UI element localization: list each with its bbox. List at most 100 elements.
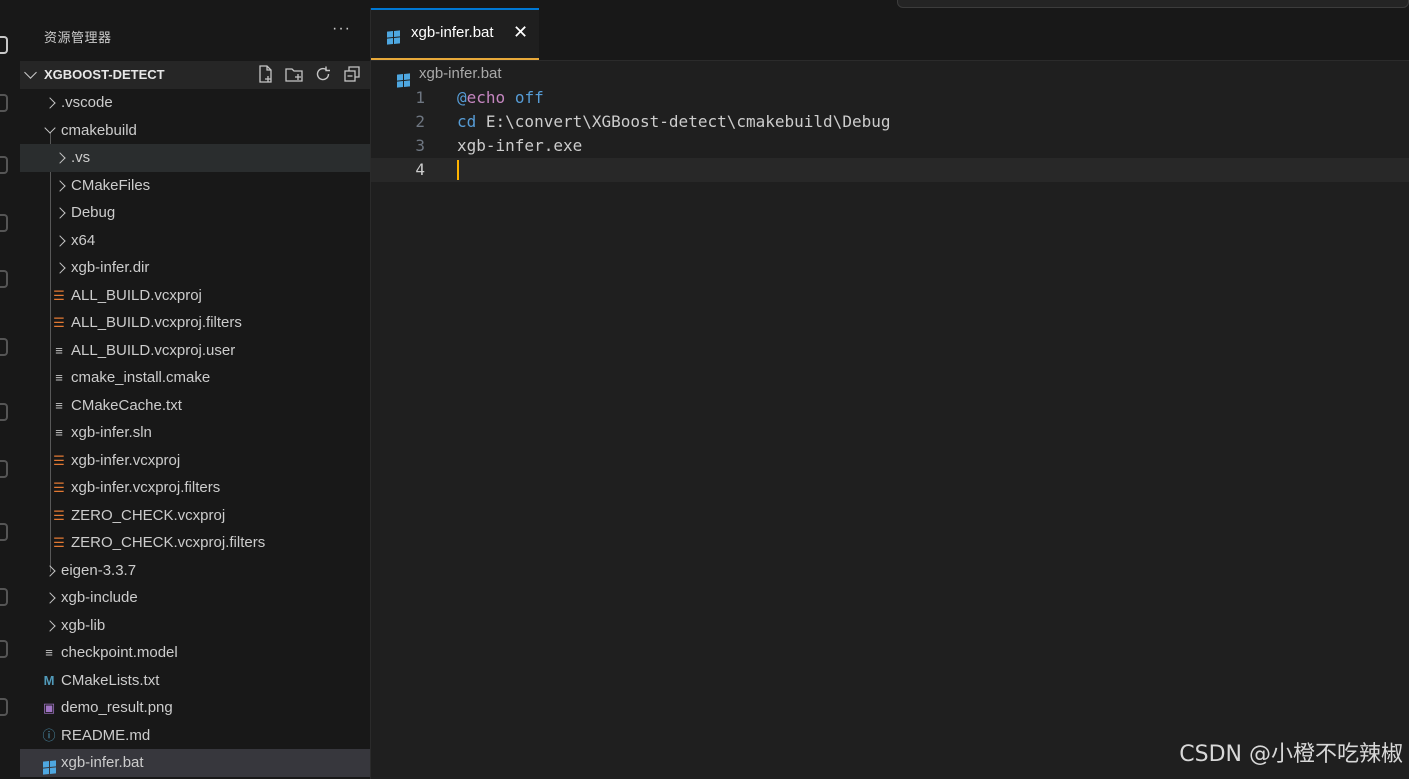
folder-item[interactable]: .vs xyxy=(20,144,370,172)
refresh-icon[interactable] xyxy=(313,64,333,84)
file-item[interactable]: ≡ cmake_install.cmake xyxy=(20,364,370,392)
code-line[interactable]: 1 @echo off xyxy=(371,86,1409,110)
tree-item-label: CMakeFiles xyxy=(71,176,151,194)
folder-item[interactable]: cmakebuild xyxy=(20,117,370,145)
chevron-right-icon xyxy=(54,179,66,192)
folder-item[interactable]: xgb-include xyxy=(20,584,370,612)
tree-item-label: cmake_install.cmake xyxy=(71,369,211,386)
tab-label: xgb-infer.bat xyxy=(411,24,494,41)
folder-item[interactable]: CMakeFiles xyxy=(20,172,370,200)
tab-xgb-infer-bat[interactable]: xgb-infer.bat ✕ xyxy=(371,8,539,60)
chevron-right-icon xyxy=(54,207,66,219)
line-text: xgb-infer.exe xyxy=(457,136,583,155)
lines-icon: ≡ xyxy=(55,425,63,440)
collapse-all-icon[interactable] xyxy=(342,64,362,84)
folder-item[interactable]: xgb-lib xyxy=(20,612,370,640)
testing-activity-icon[interactable] xyxy=(0,403,8,421)
folder-item[interactable]: x64 xyxy=(20,227,370,255)
rss-icon: ☰ xyxy=(53,315,65,330)
file-item[interactable]: xgb-infer.bat xyxy=(20,749,370,777)
code-line[interactable]: 2 cd E:\convert\XGBoost-detect\cmakebuil… xyxy=(371,110,1409,134)
chevron-right-icon xyxy=(54,152,66,164)
tree-item-label: ALL_BUILD.vcxproj.user xyxy=(71,341,236,359)
explorer-actions xyxy=(255,64,362,84)
extra-activity-icon[interactable] xyxy=(0,588,8,606)
tree-item-label: xgb-infer.sln xyxy=(71,424,152,441)
code-line-current[interactable]: 4 xyxy=(371,158,1409,182)
tree-item-label: xgb-lib xyxy=(61,616,106,634)
search-activity-icon[interactable] xyxy=(0,94,8,112)
rss-icon: ☰ xyxy=(53,287,65,303)
chevron-right-icon xyxy=(44,619,56,632)
file-item[interactable]: ☰ ZERO_CHECK.vcxproj.filters xyxy=(20,529,370,557)
file-item[interactable]: ≡ CMakeCache.txt xyxy=(20,392,370,420)
file-item[interactable]: ☰ xgb-infer.vcxproj.filters xyxy=(20,474,370,502)
file-item[interactable]: ☰ ALL_BUILD.vcxproj xyxy=(20,282,370,310)
explorer-activity-icon[interactable] xyxy=(0,36,8,54)
file-item[interactable]: ☰ ALL_BUILD.vcxproj.filters xyxy=(20,309,370,337)
account-activity-icon[interactable] xyxy=(0,698,8,716)
file-item[interactable]: ☰ ZERO_CHECK.vcxproj xyxy=(20,502,370,530)
close-icon[interactable]: ✕ xyxy=(513,22,528,43)
file-item[interactable]: ☰ xgb-infer.vcxproj xyxy=(20,447,370,475)
tree-item-label: checkpoint.model xyxy=(61,644,178,661)
tree-item-label: README.md xyxy=(61,726,151,744)
folder-item[interactable]: eigen-3.3.7 xyxy=(20,557,370,585)
tree-item-label: cmakebuild xyxy=(61,121,137,139)
command-center[interactable] xyxy=(897,0,1409,8)
tree-item-label: eigen-3.3.7 xyxy=(61,561,137,579)
windows-icon xyxy=(387,24,400,45)
more-actions-icon[interactable]: ··· xyxy=(332,20,351,38)
chevron-right-icon xyxy=(44,564,56,577)
folder-item[interactable]: xgb-infer.dir xyxy=(20,254,370,282)
tree-item-label: ALL_BUILD.vcxproj.filters xyxy=(71,314,242,331)
tree-item-label: ZERO_CHECK.vcxproj xyxy=(71,506,226,524)
file-item[interactable]: ▣ demo_result.png xyxy=(20,694,370,722)
file-item[interactable]: ⓘ README.md xyxy=(20,722,370,750)
explorer-title: 资源管理器 xyxy=(44,30,112,45)
new-file-icon[interactable] xyxy=(255,64,275,84)
workspace-folder-title: XGBOOST-DETECT xyxy=(44,67,165,82)
lines-icon: ≡ xyxy=(55,370,63,385)
code-line[interactable]: 3 xgb-infer.exe xyxy=(371,134,1409,158)
title-menu-bar xyxy=(0,0,1409,8)
docker-activity-icon[interactable] xyxy=(0,460,8,478)
rss-icon: ☰ xyxy=(53,452,65,468)
tree-item-label: Debug xyxy=(71,204,116,221)
tree-item-label: .vscode xyxy=(61,94,113,111)
file-item[interactable]: ≡ xgb-infer.sln xyxy=(20,419,370,447)
file-item[interactable]: ≡ checkpoint.model xyxy=(20,639,370,667)
activity-bar xyxy=(0,8,20,779)
folder-item[interactable]: .vscode xyxy=(20,89,370,117)
tree-item-label: xgb-include xyxy=(61,589,138,606)
tree-item-label: .vs xyxy=(71,149,91,166)
folder-item[interactable]: Debug xyxy=(20,199,370,227)
workspace-folder-header[interactable]: XGBOOST-DETECT xyxy=(20,61,370,89)
file-item[interactable]: ≡ ALL_BUILD.vcxproj.user xyxy=(20,337,370,365)
cmake-activity-icon[interactable] xyxy=(0,523,8,541)
extra2-activity-icon[interactable] xyxy=(0,640,8,658)
editor-tab-bar: xgb-infer.bat ✕ xyxy=(371,8,1409,61)
new-folder-icon[interactable] xyxy=(284,64,304,84)
run-debug-activity-icon[interactable] xyxy=(0,214,8,232)
chevron-down-icon xyxy=(24,66,37,79)
file-item[interactable]: M CMakeLists.txt xyxy=(20,667,370,695)
code-editor[interactable]: 1 @echo off 2 cd E:\convert\XGBoost-dete… xyxy=(371,86,1409,182)
rss-icon: ☰ xyxy=(53,507,65,523)
tree-item-label: ZERO_CHECK.vcxproj.filters xyxy=(71,534,266,551)
windows-icon xyxy=(397,67,410,88)
tree-item-label: xgb-infer.dir xyxy=(71,259,150,276)
lines-icon: ≡ xyxy=(55,397,63,413)
line-number: 1 xyxy=(415,88,425,107)
tree-item-label: xgb-infer.bat xyxy=(61,754,144,771)
text-cursor xyxy=(457,160,459,180)
explorer-sidebar: 资源管理器 ··· XGBOOST-DETECT .vscode cmakebui… xyxy=(20,8,371,779)
lines-icon: ≡ xyxy=(55,342,63,358)
breadcrumb-file[interactable]: xgb-infer.bat xyxy=(419,65,502,82)
extensions-activity-icon[interactable] xyxy=(0,270,8,288)
tree-item-label: xgb-infer.vcxproj.filters xyxy=(71,479,221,496)
remote-activity-icon[interactable] xyxy=(0,338,8,356)
image-icon: ▣ xyxy=(42,700,56,715)
source-control-activity-icon[interactable] xyxy=(0,156,8,174)
tree-item-label: x64 xyxy=(71,231,96,249)
